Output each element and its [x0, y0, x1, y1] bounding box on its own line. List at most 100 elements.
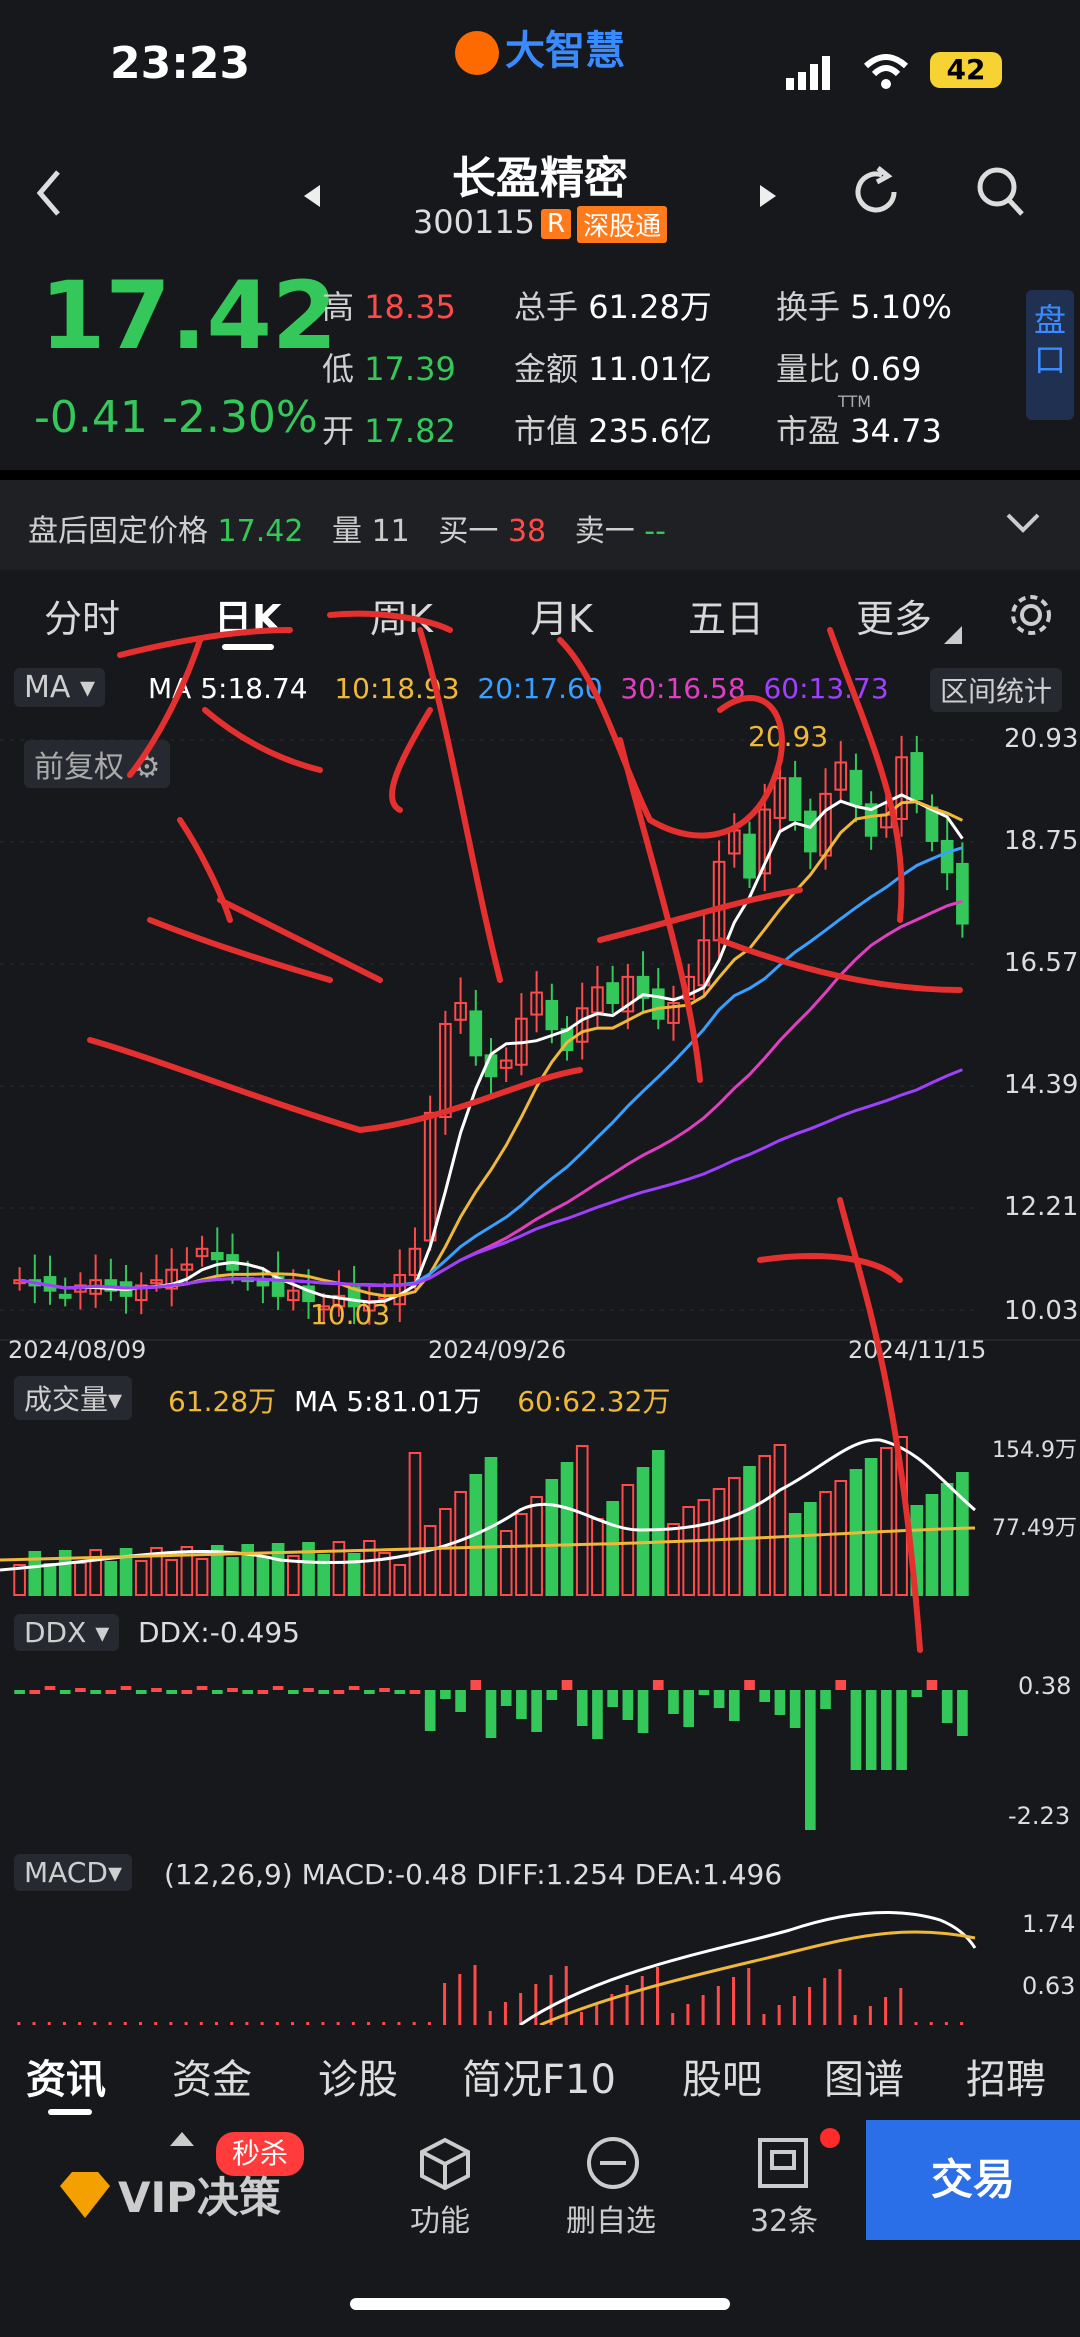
- r-tag: R: [541, 209, 572, 239]
- ddx-bar: [29, 1690, 41, 1694]
- macd-value: (12,26,9) MACD:-0.48 DIFF:1.254 DEA:1.49…: [164, 1858, 783, 1891]
- price-change-pct: -2.30%: [162, 392, 318, 443]
- message-icon[interactable]: [756, 2136, 810, 2190]
- macd-bar: [443, 1983, 447, 2025]
- macd-bar: [686, 2004, 690, 2025]
- vip-decision-button[interactable]: VIP决策: [118, 2164, 281, 2225]
- price-change: -0.41: [34, 392, 148, 443]
- macd-bar: [777, 2005, 781, 2025]
- tab-graph[interactable]: 图谱: [824, 2047, 904, 2105]
- search-icon[interactable]: [976, 166, 1026, 218]
- vol-ratio-cell: 量比 0.69: [776, 350, 922, 388]
- ddx-bar: [151, 1688, 162, 1692]
- macd-selector[interactable]: MACD▾: [14, 1854, 132, 1891]
- macd-bar: [701, 1995, 705, 2025]
- macd-bar: [549, 1975, 553, 2025]
- macd-bar: [838, 1969, 842, 2025]
- caret-up-icon: [170, 2132, 194, 2146]
- macd-bar: [899, 1988, 903, 2025]
- brand-name: 大智慧: [505, 28, 625, 74]
- ddx-bar: [409, 1690, 421, 1694]
- ddx-bar: [835, 1680, 847, 1690]
- ddx-bar: [272, 1686, 284, 1690]
- ddx-bar: [546, 1690, 558, 1700]
- ddx-bar: [896, 1690, 907, 1770]
- ddx-bar: [75, 1688, 86, 1692]
- ddx-bar: [820, 1690, 831, 1709]
- amount-cell: 金额 11.01亿: [514, 350, 712, 388]
- pe-ttm-mark: TTM: [838, 392, 872, 411]
- signal-icon: [786, 56, 830, 90]
- home-indicator[interactable]: [350, 2298, 730, 2310]
- ddx-bar: [242, 1690, 254, 1694]
- ddx-bar: [59, 1690, 71, 1694]
- ddx-bar: [424, 1690, 436, 1731]
- ddx-bar: [850, 1690, 862, 1770]
- ddx-bar: [14, 1690, 25, 1694]
- ddx-bar: [227, 1688, 238, 1692]
- brand-icon: [455, 31, 499, 75]
- ddx-bar: [561, 1680, 573, 1690]
- macd-bar: [747, 1968, 751, 2025]
- ddx-bar: [668, 1690, 679, 1714]
- refresh-icon[interactable]: [850, 166, 902, 218]
- ddx-bar: [135, 1690, 147, 1694]
- brand-logo: 大智慧: [455, 18, 625, 76]
- ddx-bar: [166, 1690, 177, 1694]
- open-cell: 开 17.82: [322, 412, 456, 450]
- tab-diagnose[interactable]: 诊股: [318, 2047, 398, 2105]
- tab-profile-f10[interactable]: 简况F10: [462, 2047, 616, 2105]
- ddx-bar: [622, 1690, 634, 1720]
- messages-button[interactable]: 32条: [750, 2196, 818, 2240]
- macd-bar: [732, 1977, 736, 2025]
- tab-news[interactable]: 资讯: [26, 2047, 106, 2105]
- ddx-bar: [728, 1690, 740, 1721]
- macd-bar: [625, 1985, 629, 2025]
- cube-icon[interactable]: [418, 2136, 472, 2190]
- ddx-bar: [865, 1690, 877, 1770]
- high-cell: 高 18.35: [322, 288, 456, 326]
- ddx-bar: [318, 1690, 330, 1694]
- ddx-bar: [333, 1690, 345, 1694]
- info-tabs: 资讯 资金 诊股 简况F10 股吧 图谱 招聘: [0, 2025, 1080, 2120]
- ddx-bar: [881, 1690, 892, 1770]
- chevron-down-icon[interactable]: [1006, 512, 1040, 534]
- ddx-bar: [683, 1690, 695, 1727]
- macd-bar: [488, 2011, 492, 2025]
- last-price: 17.42: [40, 262, 338, 371]
- ddx-bar: [105, 1690, 117, 1694]
- macd-bars-group: [17, 1965, 964, 2025]
- ddx-bar: [774, 1690, 786, 1715]
- battery-indicator: 42: [930, 52, 1002, 88]
- ddx-bar: [348, 1686, 360, 1690]
- macd-bar: [640, 1976, 644, 2025]
- handwriting-overlay: [87, 610, 963, 1653]
- after-hours-bar[interactable]: 盘后固定价格 17.42 量 11 买一 38 卖一 --: [0, 480, 1080, 570]
- mktcap-cell: 市值 235.6亿: [514, 412, 712, 450]
- ddx-bar: [607, 1690, 618, 1707]
- macd-bar: [519, 1993, 523, 2025]
- ddx-chart[interactable]: [0, 1660, 1080, 1840]
- function-button[interactable]: 功能: [410, 2196, 470, 2240]
- macd-bar: [868, 2006, 872, 2025]
- tab-jobs[interactable]: 招聘: [966, 2047, 1046, 2105]
- macd-bar: [473, 1965, 477, 2025]
- order-book-button[interactable]: 盘口: [1026, 290, 1074, 420]
- minus-circle-icon[interactable]: [586, 2136, 640, 2190]
- ddx-bars-group: [14, 1680, 968, 1830]
- trade-button[interactable]: 交易: [866, 2120, 1080, 2240]
- ddx-bar: [485, 1690, 497, 1738]
- wifi-icon: [863, 54, 909, 89]
- remove-favorite-button[interactable]: 删自选: [566, 2196, 656, 2240]
- after-hours-info: 盘后固定价格 17.42 量 11 买一 38 卖一 --: [28, 514, 666, 549]
- ddx-bar: [379, 1688, 390, 1692]
- macd-chart[interactable]: [0, 1890, 1080, 2025]
- macd-bar: [716, 1986, 720, 2025]
- tab-funds[interactable]: 资金: [172, 2047, 252, 2105]
- ddx-bar: [44, 1686, 56, 1690]
- tab-forum[interactable]: 股吧: [682, 2047, 762, 2105]
- ddx-bar: [455, 1690, 466, 1712]
- ddx-bar: [759, 1690, 771, 1702]
- ddx-bar: [516, 1690, 527, 1719]
- macd-bar: [534, 1984, 538, 2025]
